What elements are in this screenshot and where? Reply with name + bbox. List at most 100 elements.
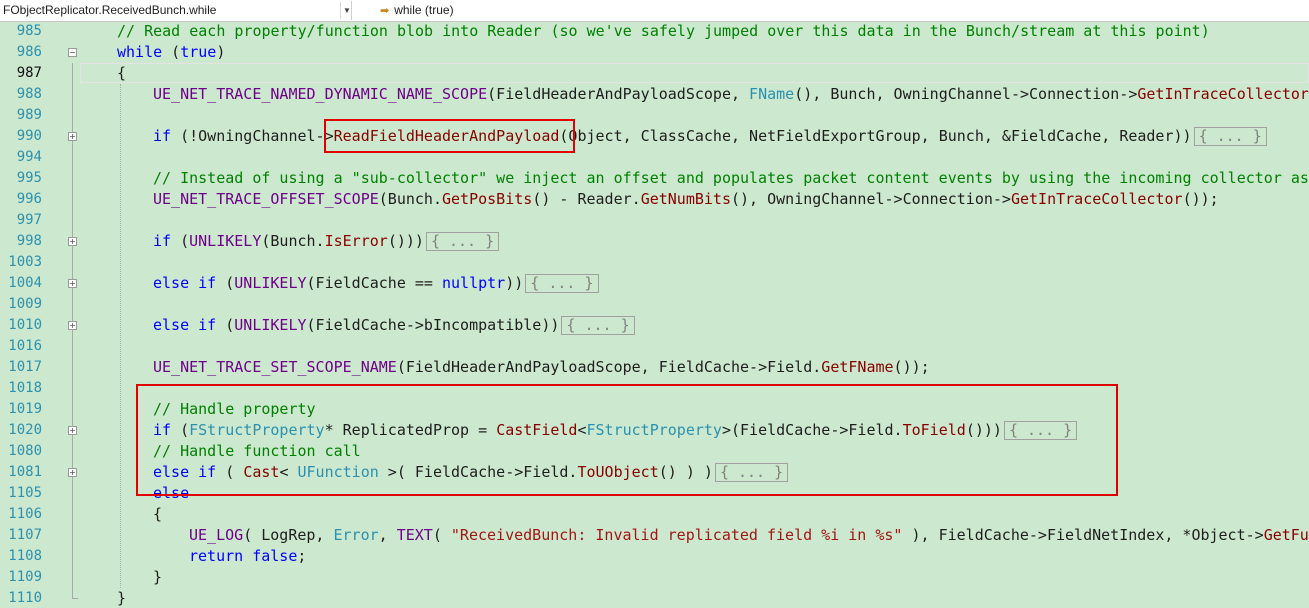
collapsed-block-button[interactable]: { ... } (525, 274, 599, 293)
code-line[interactable]: 998 + if (UNLIKELY(Bunch.IsError())){ ... … (0, 231, 1309, 252)
collapse-icon[interactable]: − (68, 48, 77, 57)
expand-icon[interactable]: + (68, 468, 77, 477)
fold-guide (72, 189, 73, 210)
fold-guide (72, 399, 73, 420)
code-text: return false; (189, 546, 306, 567)
code-token: while (117, 43, 163, 61)
code-token: (!OwningChannel-> (171, 127, 334, 145)
line-number: 997 (16, 212, 42, 228)
code-line[interactable]: 1109} (0, 567, 1309, 588)
code-token: ()); (1182, 190, 1219, 208)
highlight-box-read-field (324, 119, 575, 153)
fold-guide (72, 336, 73, 357)
code-token: UE_NET_TRACE_NAMED_DYNAMIC_NAME_SCOPE (153, 85, 488, 103)
expand-icon[interactable]: + (68, 321, 77, 330)
code-line[interactable]: 1010 + else if (UNLIKELY(FieldCache->bInco… (0, 315, 1309, 336)
line-number: 989 (16, 107, 42, 123)
fold-guide (72, 504, 73, 525)
code-line[interactable]: 997 (0, 210, 1309, 231)
code-line[interactable]: 1017 UE_NET_TRACE_SET_SCOPE_NAME(FieldHea… (0, 357, 1309, 378)
code-token: GetPosBits (442, 190, 533, 208)
code-text: UE_NET_TRACE_SET_SCOPE_NAME(FieldHeaderA… (153, 357, 930, 378)
code-token: UE_LOG (189, 526, 244, 544)
fold-guide (72, 252, 73, 273)
code-token: ; (297, 547, 307, 565)
code-token: (), Bunch, OwningChannel->Connection-> (794, 85, 1138, 103)
line-number: 996 (16, 191, 42, 207)
code-text: { (117, 63, 126, 84)
code-token: nullptr (442, 274, 506, 292)
code-token: (FieldCache == (306, 274, 442, 292)
line-number: 1017 (8, 359, 42, 375)
code-text: else if (UNLIKELY(FieldCache->bIncompati… (153, 315, 635, 336)
code-line[interactable]: 1107 UE_LOG( LogRep, Error, TEXT( "Receiv… (0, 525, 1309, 546)
code-line[interactable]: 985 // Read each property/function blob i… (0, 21, 1309, 42)
code-token: GetFName (821, 358, 894, 376)
code-token: UNLIKELY (234, 274, 307, 292)
code-line[interactable]: 1003 (0, 252, 1309, 273)
expand-icon[interactable]: + (68, 237, 77, 246)
expand-icon[interactable]: + (68, 132, 77, 141)
code-token: ) (216, 43, 226, 61)
code-token: ( (216, 274, 235, 292)
code-token: ( (432, 526, 451, 544)
code-token: (Bunch. (261, 232, 325, 250)
code-token: ()); (893, 358, 930, 376)
code-token: (FieldHeaderAndPayloadScope, FieldCache-… (396, 358, 822, 376)
collapsed-block-button[interactable]: { ... } (561, 316, 635, 335)
code-line[interactable]: 1110} (0, 588, 1309, 608)
fold-guide (72, 441, 73, 462)
fold-guide (72, 567, 73, 588)
code-token: GetNumBits (640, 190, 731, 208)
code-token: else (153, 316, 190, 334)
line-number: 985 (16, 23, 42, 39)
code-line[interactable]: 1016 (0, 336, 1309, 357)
code-line[interactable]: 1004 + else if (UNLIKELY(FieldCache == nul… (0, 273, 1309, 294)
code-token: () - Reader. (532, 190, 641, 208)
line-number: 1010 (8, 317, 42, 333)
code-token: UNLIKELY (234, 316, 307, 334)
code-line[interactable]: 986 − while (true) (0, 42, 1309, 63)
code-line[interactable]: 990 + if (!OwningChannel->ReadFieldHeaderA… (0, 126, 1309, 147)
line-number: 1110 (8, 590, 42, 606)
code-line[interactable]: 1108 return false; (0, 546, 1309, 567)
fold-guide (72, 210, 73, 231)
code-token: "ReceivedBunch: Invalid replicated field… (450, 526, 903, 544)
code-line[interactable]: 994 (0, 147, 1309, 168)
collapsed-block-button[interactable]: { ... } (425, 232, 500, 251)
code-line[interactable]: 1106 { (0, 504, 1309, 525)
line-number: 995 (16, 170, 42, 186)
collapsed-block-button[interactable]: { ... } (1193, 127, 1267, 146)
code-line[interactable]: 995 // Instead of using a "sub-collector"… (0, 168, 1309, 189)
fold-end-marker (72, 598, 78, 599)
code-text: if (!OwningChannel->ReadFieldHeaderAndPa… (153, 126, 1267, 147)
code-editor[interactable]: 985 // Read each property/function blob i… (0, 21, 1309, 608)
code-line[interactable]: 988 UE_NET_TRACE_NAMED_DYNAMIC_NAME_SCOPE… (0, 84, 1309, 105)
code-token: ), FieldCache->FieldNetIndex, *Object-> (902, 526, 1264, 544)
expand-icon[interactable]: + (68, 426, 77, 435)
code-line[interactable]: 987 { (0, 63, 1309, 84)
line-number: 1105 (8, 485, 42, 501)
chevron-down-icon[interactable]: ▼ (340, 2, 353, 19)
scope-dropdown[interactable]: FObjectReplicator.ReceivedBunch.while (0, 1, 352, 20)
code-token: // Instead of using a "sub-collector" we… (153, 169, 1309, 187)
fold-guide (72, 63, 73, 84)
code-text: { (153, 504, 162, 525)
fold-guide (72, 546, 73, 567)
code-line[interactable]: 989 (0, 105, 1309, 126)
code-text: UE_NET_TRACE_NAMED_DYNAMIC_NAME_SCOPE(Fi… (153, 84, 1309, 105)
line-number: 994 (16, 149, 42, 165)
member-dropdown[interactable]: ➡ while (true) (376, 1, 1309, 20)
line-number: 1081 (8, 464, 42, 480)
code-line[interactable]: 996 UE_NET_TRACE_OFFSET_SCOPE(Bunch.GetPo… (0, 189, 1309, 210)
code-token: if (153, 232, 172, 250)
member-dropdown-label: while (true) (394, 3, 454, 17)
fold-guide (72, 84, 73, 105)
code-token: true (180, 43, 217, 61)
code-token: ( (216, 316, 235, 334)
code-line[interactable]: 1009 (0, 294, 1309, 315)
code-text: // Read each property/function blob into… (117, 21, 1210, 42)
expand-icon[interactable]: + (68, 279, 77, 288)
